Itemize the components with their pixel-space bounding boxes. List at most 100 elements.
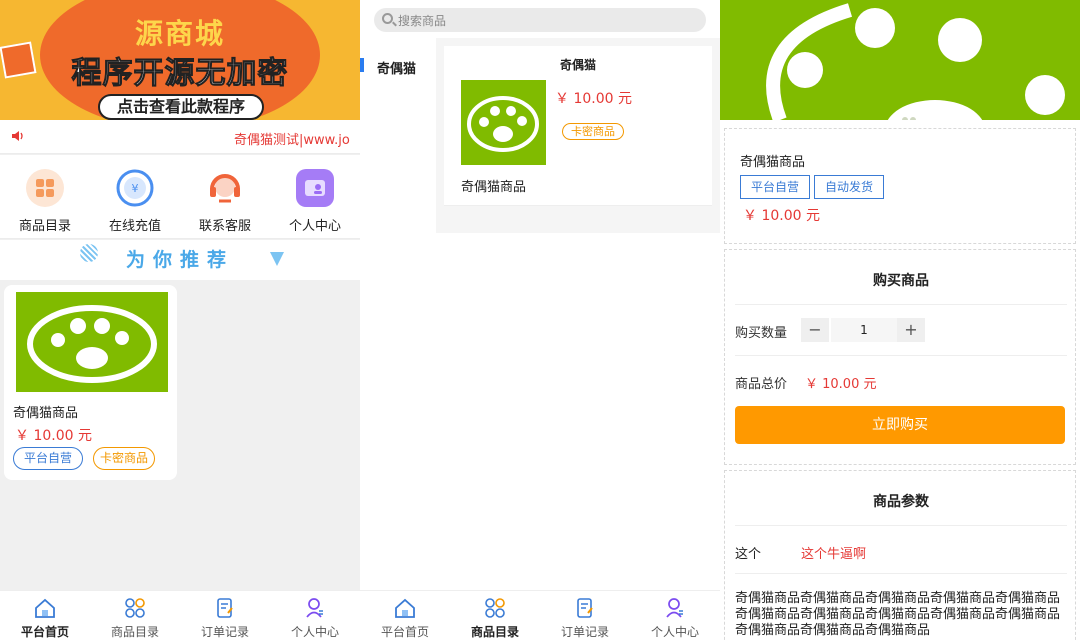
quick-nav-support[interactable]: 联系客服 bbox=[180, 169, 270, 234]
divider bbox=[735, 573, 1067, 574]
tag-auto-delivery: 自动发货 bbox=[814, 175, 884, 199]
recommend-title: 为你推荐 bbox=[125, 249, 234, 271]
quantity-label: 购买数量 bbox=[735, 326, 788, 341]
tag-card-key: 卡密商品 bbox=[93, 447, 155, 470]
decrease-button[interactable]: − bbox=[801, 318, 829, 342]
home-icon bbox=[35, 598, 55, 618]
svg-text:¥: ¥ bbox=[132, 182, 139, 195]
promo-banner[interactable]: 源商城 程序开源无加密 点击查看此款程序 bbox=[0, 0, 360, 120]
notice-bar[interactable]: 奇偶猫测试|www.jo bbox=[0, 120, 360, 154]
product-name: 奇偶猫商品 bbox=[461, 180, 527, 195]
banner-line1: 源商城 bbox=[134, 17, 225, 50]
headset-icon bbox=[206, 169, 244, 207]
carousel-dot[interactable] bbox=[902, 117, 908, 120]
tab-home[interactable]: 平台首页 bbox=[360, 597, 450, 640]
product-description: 奇偶猫商品奇偶猫商品奇偶猫商品奇偶猫商品奇偶猫商品奇偶猫商品奇偶猫商品奇偶猫商品… bbox=[735, 591, 1061, 638]
tab-label: 商品目录 bbox=[110, 625, 159, 639]
recommend-header: 为你推荐 bbox=[0, 240, 360, 280]
category-active-indicator bbox=[360, 58, 364, 72]
param-value: 这个牛逼啊 bbox=[801, 547, 867, 562]
tab-orders[interactable]: 订单记录 bbox=[180, 597, 270, 640]
quick-nav-label: 在线充值 bbox=[108, 219, 161, 234]
product-price: ￥ 10.00 元 bbox=[15, 428, 92, 444]
quick-nav-label: 联系客服 bbox=[198, 219, 251, 234]
tag-platform: 平台自营 bbox=[13, 447, 83, 470]
tag-platform: 平台自营 bbox=[740, 175, 810, 199]
section-title: 奇偶猫 bbox=[559, 58, 596, 72]
search-input[interactable]: 搜索商品 bbox=[374, 8, 706, 32]
category-item[interactable]: 奇偶猫 bbox=[360, 44, 436, 90]
product-price: ￥ 10.00 元 bbox=[743, 208, 820, 224]
product-name: 奇偶猫商品 bbox=[740, 155, 806, 170]
grid-icon bbox=[125, 598, 145, 618]
divider bbox=[735, 304, 1067, 305]
purchase-title: 购买商品 bbox=[873, 273, 929, 289]
yen-icon: ¥ bbox=[116, 169, 154, 207]
category-label: 奇偶猫 bbox=[377, 62, 417, 77]
total-label: 商品总价 bbox=[735, 377, 788, 392]
notice-text: 奇偶猫测试|www.jo bbox=[234, 133, 350, 148]
divider bbox=[735, 355, 1067, 356]
increase-button[interactable]: + bbox=[897, 318, 925, 342]
paw-logo-icon bbox=[766, 3, 1065, 120]
recommend-deco-icon bbox=[270, 252, 284, 266]
tab-label: 平台首页 bbox=[380, 625, 429, 639]
quick-nav-profile[interactable]: 个人中心 bbox=[270, 169, 360, 234]
grid-icon bbox=[26, 169, 64, 207]
buy-now-button[interactable]: 立即购买 bbox=[735, 406, 1065, 444]
catalog-screen: 搜索商品 奇偶猫 奇偶猫 ￥ 10.00 元 卡密商品 奇偶猫商品 平台首页 商… bbox=[360, 0, 720, 640]
carousel-dot[interactable] bbox=[910, 117, 916, 120]
recommend-deco-icon bbox=[80, 244, 98, 262]
params-box: 商品参数 这个 这个牛逼啊 奇偶猫商品奇偶猫商品奇偶猫商品奇偶猫商品奇偶猫商品奇… bbox=[724, 470, 1076, 640]
order-icon bbox=[577, 598, 593, 618]
home-icon bbox=[395, 598, 415, 618]
tab-bar: 平台首页 商品目录 订单记录 个人中心 bbox=[360, 590, 720, 640]
product-image-carousel[interactable] bbox=[720, 0, 1080, 120]
category-products: 奇偶猫 ￥ 10.00 元 卡密商品 奇偶猫商品 bbox=[436, 38, 720, 233]
search-placeholder: 搜索商品 bbox=[398, 14, 447, 28]
banner-line2: 程序开源无加密 bbox=[71, 56, 289, 92]
tab-orders[interactable]: 订单记录 bbox=[540, 597, 630, 640]
tab-label: 个人中心 bbox=[650, 625, 699, 639]
tag-card-key: 卡密商品 bbox=[562, 123, 624, 140]
tab-label: 个人中心 bbox=[290, 625, 339, 639]
tab-label: 商品目录 bbox=[470, 625, 519, 639]
order-icon bbox=[217, 598, 233, 618]
param-key: 这个 bbox=[735, 547, 762, 562]
grid-icon bbox=[485, 598, 505, 618]
user-icon bbox=[666, 598, 683, 618]
carousel-dots bbox=[902, 108, 918, 120]
params-title: 商品参数 bbox=[873, 494, 929, 510]
quantity-input[interactable]: 1 bbox=[831, 318, 897, 342]
user-card-icon bbox=[296, 169, 334, 207]
tab-profile[interactable]: 个人中心 bbox=[270, 597, 360, 640]
catalog-product-card[interactable]: 奇偶猫 ￥ 10.00 元 卡密商品 奇偶猫商品 bbox=[444, 46, 712, 206]
product-name: 奇偶猫商品 bbox=[13, 406, 79, 421]
detail-screen: 奇偶猫商品 平台自营 自动发货 ￥ 10.00 元 购买商品 购买数量 − 1 … bbox=[720, 0, 1080, 640]
total-value: ￥ 10.00 元 bbox=[805, 377, 877, 392]
paw-logo-icon bbox=[16, 292, 168, 392]
quick-nav-label: 个人中心 bbox=[288, 219, 341, 234]
purchase-box: 购买商品 购买数量 − 1 + 商品总价 ￥ 10.00 元 立即购买 bbox=[724, 249, 1076, 465]
speaker-icon bbox=[11, 129, 25, 147]
quick-nav-label: 商品目录 bbox=[18, 219, 71, 234]
banner-cta-button[interactable]: 点击查看此款程序 bbox=[98, 94, 264, 120]
product-card[interactable]: 奇偶猫商品 ￥ 10.00 元 平台自营 卡密商品 bbox=[4, 285, 177, 480]
paw-logo-icon bbox=[461, 80, 546, 165]
quick-nav-recharge[interactable]: ¥ 在线充值 bbox=[90, 169, 180, 234]
product-info-box: 奇偶猫商品 平台自营 自动发货 ￥ 10.00 元 bbox=[724, 128, 1076, 244]
tab-catalog[interactable]: 商品目录 bbox=[450, 597, 540, 640]
product-price: ￥ 10.00 元 bbox=[555, 91, 632, 107]
tab-profile[interactable]: 个人中心 bbox=[630, 597, 720, 640]
tab-catalog[interactable]: 商品目录 bbox=[90, 597, 180, 640]
search-icon bbox=[382, 13, 393, 24]
quick-nav-catalog[interactable]: 商品目录 bbox=[0, 169, 90, 234]
tab-home[interactable]: 平台首页 bbox=[0, 597, 90, 640]
tab-label: 订单记录 bbox=[560, 625, 609, 639]
tab-bar: 平台首页 商品目录 订单记录 个人中心 bbox=[0, 590, 360, 640]
tab-label: 平台首页 bbox=[20, 625, 69, 639]
tab-label: 订单记录 bbox=[200, 625, 249, 639]
user-icon bbox=[306, 598, 323, 618]
divider bbox=[735, 525, 1067, 526]
quick-nav: 商品目录 ¥ 在线充值 联系客服 个人中心 bbox=[0, 155, 360, 239]
